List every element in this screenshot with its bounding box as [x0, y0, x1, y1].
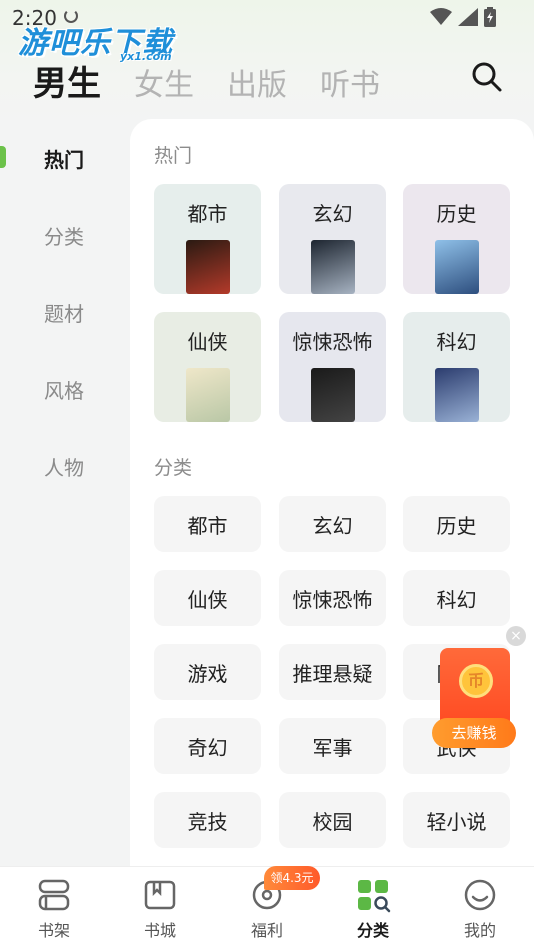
category-chip[interactable]: 历史 [403, 496, 510, 552]
close-icon[interactable]: × [506, 626, 526, 646]
category-icon [358, 880, 391, 913]
sidebar-item-label: 题材 [44, 302, 84, 326]
hot-card-scifi[interactable]: 科幻 [403, 312, 510, 422]
nav-profile[interactable]: 我的 [440, 877, 520, 941]
category-chip[interactable]: 游戏 [154, 644, 261, 700]
battery-icon [484, 7, 496, 27]
tab-female[interactable]: 女生 [134, 60, 194, 104]
hot-card-urban[interactable]: 都市 [154, 184, 261, 294]
earn-money-button[interactable]: 去赚钱 [432, 718, 516, 748]
hot-card-history[interactable]: 历史 [403, 184, 510, 294]
reward-widget[interactable]: × 币 去赚钱 [432, 624, 532, 748]
category-chip[interactable]: 推理悬疑 [279, 644, 386, 700]
profile-icon [464, 879, 496, 911]
nav-label: 福利 [250, 921, 283, 940]
category-chip[interactable]: 科幻 [403, 570, 510, 626]
book-cover [186, 240, 230, 294]
hot-card-horror[interactable]: 惊悚恐怖 [279, 312, 386, 422]
welfare-badge: 领4.3元 [264, 866, 320, 890]
book-cover [435, 368, 479, 422]
sidebar-item-category[interactable]: 分类 [0, 197, 130, 274]
sidebar-item-label: 分类 [44, 225, 84, 249]
book-cover [435, 240, 479, 294]
card-label: 历史 [436, 202, 477, 226]
section-title-category: 分类 [154, 457, 193, 479]
red-envelope-icon: 币 [440, 648, 510, 728]
search-icon[interactable] [470, 60, 504, 94]
category-chip[interactable]: 竞技 [154, 792, 261, 848]
tab-publish[interactable]: 出版 [227, 60, 287, 104]
nav-bookshelf[interactable]: 书架 [14, 877, 94, 941]
bookshelf-icon [38, 879, 70, 911]
category-chip[interactable]: 军事 [279, 718, 386, 774]
sidebar-item-theme[interactable]: 题材 [0, 274, 130, 351]
sidebar-item-label: 风格 [44, 379, 84, 403]
nav-label: 我的 [463, 921, 496, 940]
category-chip[interactable]: 校园 [279, 792, 386, 848]
content-panel: 热门 都市 玄幻 历史 仙侠 惊悚恐怖 科幻 分类 都市 玄幻 历史 仙侠 惊悚… [130, 119, 534, 879]
card-label: 仙侠 [187, 330, 228, 354]
nav-label: 分类 [356, 921, 389, 940]
signal-icon [458, 8, 478, 26]
tab-male[interactable]: 男生 [33, 56, 101, 105]
book-cover [311, 240, 355, 294]
sidebar-item-style[interactable]: 风格 [0, 351, 130, 428]
section-title-hot: 热门 [154, 145, 193, 167]
sidebar-item-character[interactable]: 人物 [0, 428, 130, 505]
active-indicator [0, 146, 6, 168]
sidebar-item-hot[interactable]: 热门 [0, 120, 130, 197]
top-tabs: 男生 女生 出版 听书 [33, 56, 380, 105]
bookstore-icon [144, 880, 176, 910]
wifi-icon [430, 8, 452, 25]
nav-bookstore[interactable]: 书城 [120, 877, 200, 941]
category-chip[interactable]: 奇幻 [154, 718, 261, 774]
card-label: 玄幻 [312, 202, 353, 226]
card-label: 都市 [187, 202, 228, 226]
nav-label: 书城 [143, 921, 176, 940]
hot-card-fantasy[interactable]: 玄幻 [279, 184, 386, 294]
sidebar-item-label: 热门 [44, 148, 84, 172]
card-label: 惊悚恐怖 [292, 330, 373, 354]
category-chip[interactable]: 仙侠 [154, 570, 261, 626]
book-cover [311, 368, 355, 422]
hot-card-xianxia[interactable]: 仙侠 [154, 312, 261, 422]
category-chip[interactable]: 都市 [154, 496, 261, 552]
coin-icon: 币 [459, 664, 493, 698]
category-sidebar: 热门 分类 题材 风格 人物 [0, 120, 130, 505]
tab-audiobook[interactable]: 听书 [320, 60, 380, 104]
category-chip[interactable]: 轻小说 [403, 792, 510, 848]
nav-label: 书架 [37, 921, 70, 940]
sidebar-item-label: 人物 [44, 456, 84, 480]
nav-category[interactable]: 分类 [333, 877, 413, 941]
category-chip[interactable]: 玄幻 [279, 496, 386, 552]
category-chip[interactable]: 惊悚恐怖 [279, 570, 386, 626]
book-cover [186, 368, 230, 422]
card-label: 科幻 [436, 330, 477, 354]
